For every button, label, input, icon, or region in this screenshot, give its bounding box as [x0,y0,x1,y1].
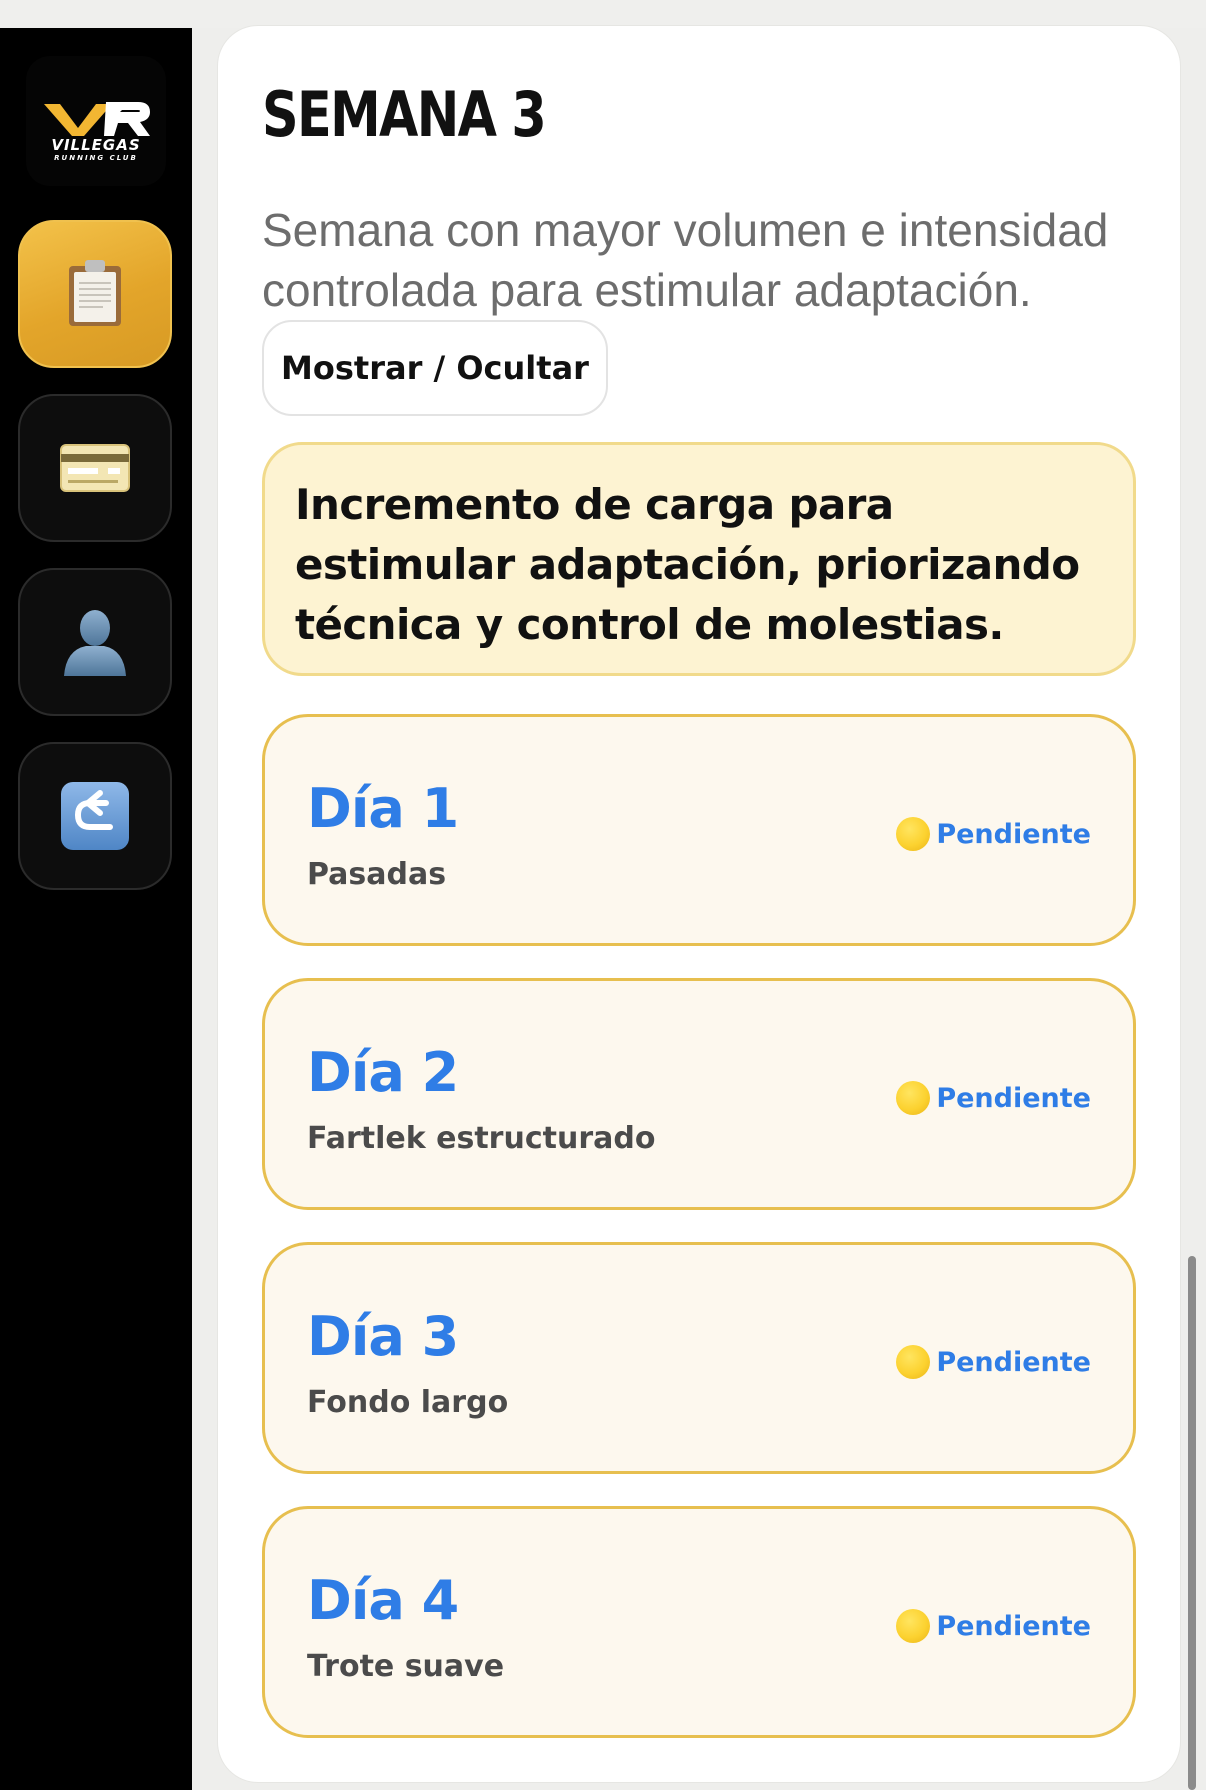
day-subtitle: Trote suave [307,1649,505,1684]
vr-monogram-icon [44,102,150,136]
week-description: Semana con mayor volumen e intensidad co… [262,204,1109,316]
logo-brand-text: VILLEGAS [51,136,141,154]
show-hide-button[interactable]: Mostrar / Ocultar [262,320,608,416]
return-arrow-icon [61,782,129,850]
status-text: Pendiente [936,1346,1091,1378]
status-badge: Pendiente [896,1345,1091,1379]
yellow-circle-icon [896,1345,931,1379]
status-text: Pendiente [936,1082,1091,1114]
scrollbar[interactable] [1188,1256,1196,1790]
sidebar-item-plan[interactable] [18,220,172,368]
club-logo[interactable]: VILLEGAS RUNNING CLUB [26,56,166,186]
day-title: Día 1 [307,777,459,840]
logo-subtitle-text: RUNNING CLUB [54,154,138,162]
day-card-3[interactable]: Día 3 Fondo largo Pendiente [262,1242,1136,1474]
yellow-circle-icon [896,1081,931,1115]
day-card-1[interactable]: Día 1 Pasadas Pendiente [262,714,1136,946]
user-silhouette-icon [64,610,126,676]
day-title: Día 2 [307,1041,459,1104]
status-badge: Pendiente [896,1609,1091,1643]
day-subtitle: Fartlek estructurado [307,1121,656,1156]
credit-card-icon [60,444,130,492]
status-badge: Pendiente [896,1081,1091,1115]
sidebar-item-payments[interactable] [18,394,172,542]
week-title: SEMANA 3 [262,78,547,151]
yellow-circle-icon [896,817,931,851]
day-title: Día 4 [307,1569,459,1632]
day-card-2[interactable]: Día 2 Fartlek estructurado Pendiente [262,978,1136,1210]
sidebar: VILLEGAS RUNNING CLUB [0,28,192,1790]
status-badge: Pendiente [896,817,1091,851]
week-note: Incremento de carga para estimular adapt… [262,442,1136,676]
status-text: Pendiente [936,1610,1091,1642]
status-text: Pendiente [936,818,1091,850]
top-strip [0,0,1206,28]
day-subtitle: Fondo largo [307,1385,509,1420]
day-title: Día 3 [307,1305,459,1368]
day-subtitle: Pasadas [307,857,447,892]
sidebar-item-profile[interactable] [18,568,172,716]
day-card-4[interactable]: Día 4 Trote suave Pendiente [262,1506,1136,1738]
yellow-circle-icon [896,1609,931,1643]
sidebar-item-back[interactable] [18,742,172,890]
clipboard-icon [69,260,121,326]
